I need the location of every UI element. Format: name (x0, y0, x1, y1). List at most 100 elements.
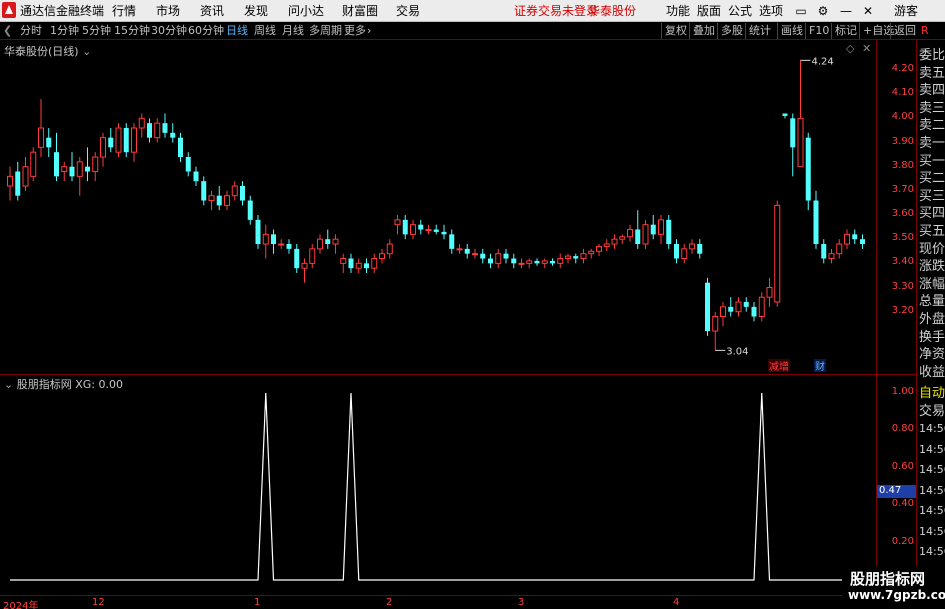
candle (728, 297, 734, 317)
side-quote-label: 涨幅 (919, 276, 945, 292)
menu-news[interactable]: 资讯 (200, 3, 224, 19)
chevron-down-icon[interactable]: ⌄ (4, 378, 13, 391)
candle (178, 132, 183, 162)
menu-quotes[interactable]: 行情 (112, 3, 136, 19)
menu-trade[interactable]: 交易 (396, 3, 420, 19)
chart-title: 华泰股份(日线) (4, 45, 79, 58)
price-tick-label: 4.10 (891, 87, 914, 99)
price-axis: 4.20 4.10 4.00 3.90 3.80 3.70 3.60 3.50 3.40 3.30… (876, 40, 916, 374)
candle (224, 190, 230, 211)
settings-icon[interactable]: ⚙ (815, 3, 831, 19)
candle (689, 239, 695, 254)
btn-multi-stock[interactable]: 多股 (717, 23, 746, 39)
btn-draw[interactable]: 画线 (777, 23, 806, 39)
candle (697, 239, 703, 259)
menu-function[interactable]: 功能 (666, 3, 690, 19)
svg-text:3.04: 3.04 (726, 346, 748, 357)
indicator-tick-label: 0.40 (891, 498, 914, 510)
menu-layout[interactable]: 版面 (697, 3, 721, 19)
main-chart-panel[interactable]: 4.24 3.04 减增 财 华泰股份(日线) ⌄ ◇ ✕ (0, 40, 876, 374)
candle (449, 229, 455, 254)
candle (712, 311, 719, 351)
chevron-down-icon[interactable]: ⌄ (82, 45, 91, 58)
period-daily[interactable]: 日线 (226, 23, 248, 38)
candle (138, 113, 145, 138)
candle (774, 200, 781, 307)
menu-options[interactable]: 选项 (759, 3, 783, 19)
candle (720, 302, 726, 327)
candle (371, 253, 378, 274)
candle (123, 123, 129, 158)
login-status-text[interactable]: 证券交易未登录 (514, 3, 598, 19)
menu-formula[interactable]: 公式 (728, 3, 752, 19)
corner-r-label[interactable]: R (918, 23, 932, 39)
candle (38, 99, 44, 158)
candle (588, 248, 595, 259)
candle (355, 258, 362, 274)
app-logo-icon (2, 2, 16, 18)
candle (751, 302, 757, 322)
btn-f10[interactable]: F10 (805, 23, 832, 39)
period-30min[interactable]: 30分钟 (151, 23, 187, 38)
btn-overlay[interactable]: 叠加 (689, 23, 718, 39)
candle (379, 248, 385, 264)
period-monthly[interactable]: 月线 (282, 23, 304, 38)
candle (332, 234, 339, 254)
btn-back[interactable]: 返回 (890, 23, 919, 39)
candle (488, 253, 493, 269)
side-quote-label: 现价 (919, 241, 945, 257)
candle (627, 224, 633, 242)
chevron-left-icon[interactable]: ❮ (3, 23, 12, 38)
menu-market[interactable]: 市场 (156, 3, 180, 19)
indicator-tick-label: 1.00 (891, 386, 914, 397)
side-quote-label: 买二 (919, 171, 945, 187)
restore-window-icon[interactable]: ▭ (793, 3, 809, 19)
price-tick-label: 3.40 (891, 256, 914, 268)
indicator-title[interactable]: 股朋指标网 (17, 378, 72, 391)
period-15min[interactable]: 15分钟 (114, 23, 150, 38)
btn-mark[interactable]: 标记 (831, 23, 860, 39)
candle (100, 132, 106, 167)
close-icon[interactable]: ✕ (862, 42, 871, 55)
candle (154, 118, 161, 143)
trade-button[interactable]: 交易 (919, 402, 945, 421)
period-tick[interactable]: 分时 (20, 23, 42, 38)
candle (735, 297, 742, 317)
minimize-icon[interactable]: — (838, 3, 854, 19)
auto-trade-button[interactable]: 自动 (919, 384, 945, 403)
svg-text:减增: 减增 (769, 360, 789, 373)
candle (131, 123, 137, 162)
candle (518, 258, 525, 269)
side-quote-label: 卖一 (919, 136, 945, 151)
tick-time-label: 14:56 (919, 504, 945, 517)
indicator-chart[interactable] (0, 375, 876, 596)
price-tick-label: 4.00 (891, 111, 914, 123)
indicator-panel[interactable]: ⌄ 股朋指标网 XG: 0.00 (0, 374, 876, 595)
chevron-right-icon[interactable]: › (367, 23, 371, 38)
btn-stats[interactable]: 统计 (745, 23, 774, 39)
watermark-url: www.7gpzb.com (848, 588, 945, 602)
candle (255, 215, 261, 249)
period-60min[interactable]: 60分钟 (188, 23, 224, 38)
period-multi[interactable]: 多周期 (309, 23, 342, 38)
watermark: 股朋指标网 www.7gpzb.com (842, 566, 945, 609)
period-more[interactable]: 更多 (344, 23, 366, 38)
xg-series-line (10, 392, 871, 581)
user-label[interactable]: 游客 (894, 3, 918, 19)
candle (108, 128, 114, 153)
period-5min[interactable]: 5分钟 (82, 23, 111, 38)
high-price-marker: 4.24 (800, 56, 834, 67)
candlestick-chart[interactable]: 4.24 3.04 减增 财 (0, 40, 876, 374)
event-tag[interactable]: 减增 (768, 359, 790, 373)
close-icon[interactable]: ✕ (860, 3, 876, 19)
menu-wealth-circle[interactable]: 财富圈 (342, 3, 378, 19)
diamond-icon[interactable]: ◇ (846, 42, 854, 55)
finance-tag[interactable]: 财 (814, 359, 826, 373)
candle (433, 224, 439, 235)
menu-ask-xiaoda[interactable]: 问小达 (288, 3, 324, 19)
btn-adjust[interactable]: 复权 (661, 23, 690, 39)
menu-discover[interactable]: 发现 (244, 3, 268, 19)
period-weekly[interactable]: 周线 (254, 23, 276, 38)
period-1min[interactable]: 1分钟 (50, 23, 79, 38)
date-label: 12 (92, 597, 105, 608)
